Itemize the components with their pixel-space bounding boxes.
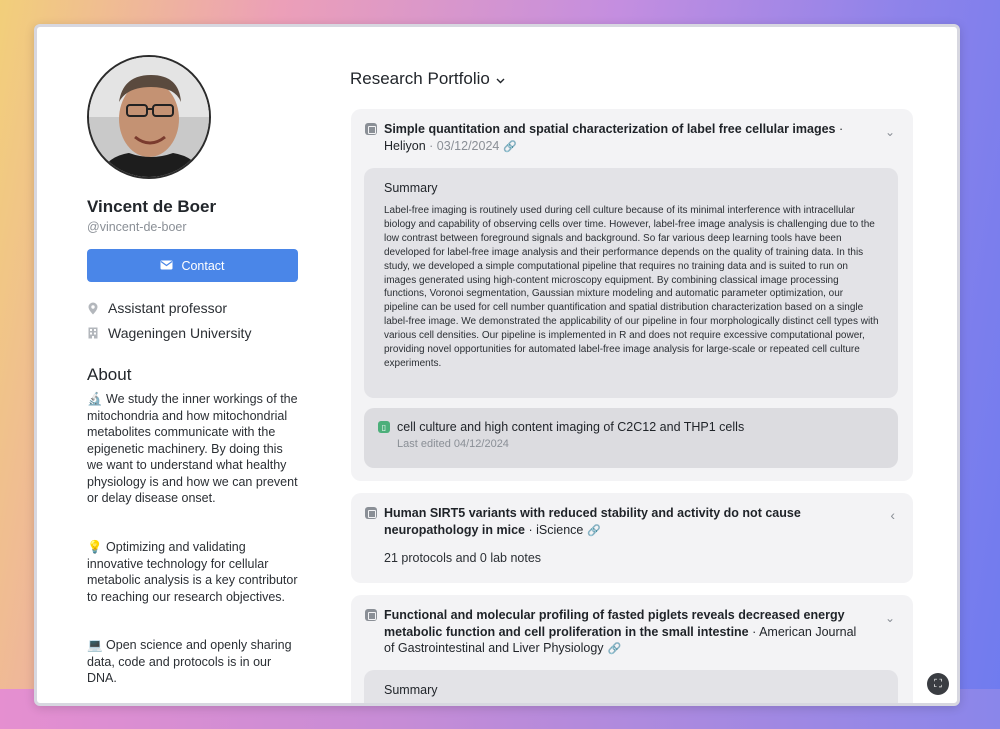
chevron-left-icon[interactable]: ‹	[890, 507, 895, 523]
portfolio-dropdown[interactable]: Research Portfolio	[350, 69, 505, 89]
protocol-edited: Last edited 04/12/2024	[397, 438, 509, 450]
summary-box: Summary Label-free imaging is routinely …	[364, 168, 898, 398]
institution-text: Wageningen University	[108, 325, 252, 341]
document-icon	[365, 507, 377, 519]
portfolio-panel: Research Portfolio Simple quantitation a…	[347, 27, 957, 703]
summary-title: Summary	[384, 683, 438, 697]
avatar	[87, 55, 211, 179]
summary-text: Label-free imaging is routinely used dur…	[384, 205, 879, 369]
chevron-down-icon[interactable]: ⌄	[885, 125, 895, 139]
link-icon[interactable]: 🔗	[587, 525, 601, 537]
location-pin-icon	[87, 302, 99, 315]
publication-journal: iScience	[536, 522, 584, 537]
protocol-icon: ▯	[378, 421, 390, 433]
summary-box: Summary	[364, 670, 898, 703]
protocol-count: 21 protocols and 0 lab notes	[384, 551, 542, 565]
institution-row: Wageningen University	[87, 325, 251, 341]
profile-handle: @vincent-de-boer	[87, 220, 187, 234]
publication-header: Simple quantitation and spatial characte…	[365, 121, 865, 155]
profile-name: Vincent de Boer	[87, 197, 217, 216]
protocol-title: cell culture and high content imaging of…	[397, 420, 745, 434]
document-icon	[365, 609, 377, 621]
mail-icon	[160, 259, 173, 273]
publication-journal: Heliyon	[384, 138, 426, 153]
about-paragraph: 🔬 We study the inner workings of the mit…	[87, 392, 298, 505]
role-row: Assistant professor	[87, 300, 227, 316]
contact-button[interactable]: Contact	[87, 249, 298, 282]
publication-card[interactable]: Simple quantitation and spatial characte…	[351, 109, 913, 481]
about-paragraph: 💻 Open science and openly sharing data, …	[87, 638, 292, 685]
contact-label: Contact	[181, 258, 225, 273]
document-icon	[365, 123, 377, 135]
profile-sidebar: Vincent de Boer @vincent-de-boer Contact…	[37, 27, 337, 703]
summary-title: Summary	[384, 181, 438, 195]
profile-window: Vincent de Boer @vincent-de-boer Contact…	[34, 24, 960, 706]
portfolio-title: Research Portfolio	[350, 69, 490, 88]
publication-date: 03/12/2024	[436, 138, 500, 153]
screenshot-icon[interactable]: ⛶	[927, 673, 949, 695]
link-icon[interactable]: 🔗	[608, 643, 622, 655]
about-title: About	[87, 365, 132, 384]
publication-card[interactable]: Human SIRT5 variants with reduced stabil…	[351, 493, 913, 583]
role-text: Assistant professor	[108, 300, 228, 316]
publication-header: Human SIRT5 variants with reduced stabil…	[365, 505, 865, 539]
link-icon[interactable]: 🔗	[503, 141, 517, 153]
protocol-item[interactable]: ▯ cell culture and high content imaging …	[364, 408, 898, 468]
publication-card[interactable]: Functional and molecular profiling of fa…	[351, 595, 913, 703]
publication-title: Simple quantitation and spatial characte…	[384, 122, 836, 136]
avatar-portrait	[89, 57, 209, 177]
chevron-down-icon[interactable]: ⌄	[885, 611, 895, 625]
about-paragraph: 💡 Optimizing and validating innovative t…	[87, 540, 298, 604]
chevron-down-icon	[496, 69, 505, 89]
publication-header: Functional and molecular profiling of fa…	[365, 607, 865, 658]
building-icon	[87, 327, 99, 339]
